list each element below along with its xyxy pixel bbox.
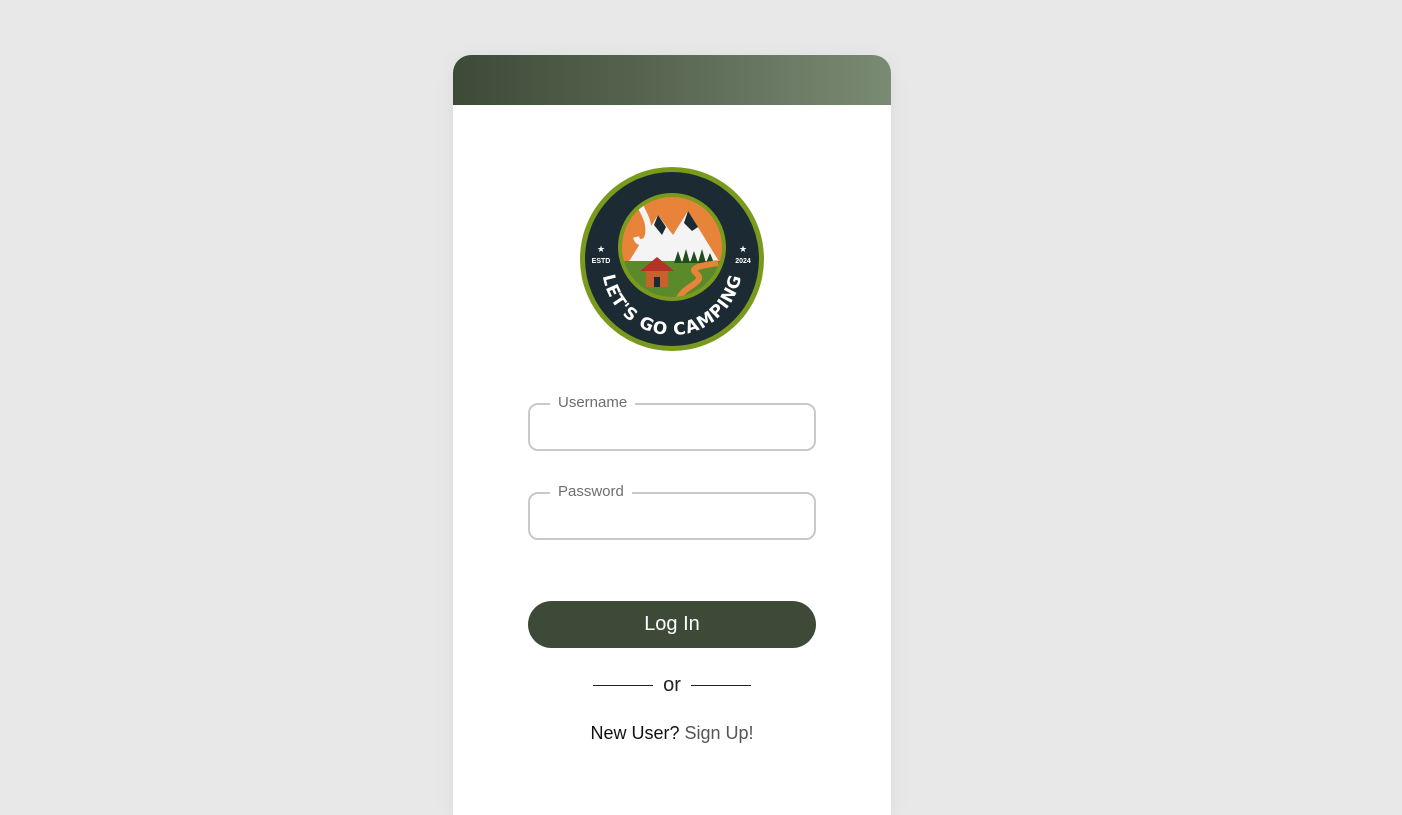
or-divider: or (593, 673, 751, 697)
camping-logo-graphic: ★ ★ ESTD 2024 LET'S GO CAMPING (580, 167, 764, 351)
username-label: Username (550, 393, 636, 413)
signup-link[interactable]: Sign Up! (685, 723, 754, 743)
estd-label: ESTD (592, 258, 611, 265)
new-user-text: New User? (590, 723, 680, 743)
svg-text:★: ★ (597, 245, 605, 255)
card-header-bar (453, 55, 891, 105)
camping-logo: ★ ★ ESTD 2024 LET'S GO CAMPING (578, 165, 766, 353)
estd-year: 2024 (735, 258, 751, 265)
login-button[interactable]: Log In (528, 601, 816, 648)
svg-text:★: ★ (739, 245, 747, 255)
divider-line-right (691, 685, 751, 686)
login-card: ★ ★ ESTD 2024 LET'S GO CAMPING Username … (453, 55, 891, 815)
username-field[interactable]: Username (528, 393, 816, 451)
signup-row: New User? Sign Up! (453, 723, 891, 744)
divider-text: or (663, 674, 681, 696)
password-field[interactable]: Password (528, 482, 816, 540)
password-label: Password (550, 482, 632, 502)
divider-line-left (593, 685, 653, 686)
